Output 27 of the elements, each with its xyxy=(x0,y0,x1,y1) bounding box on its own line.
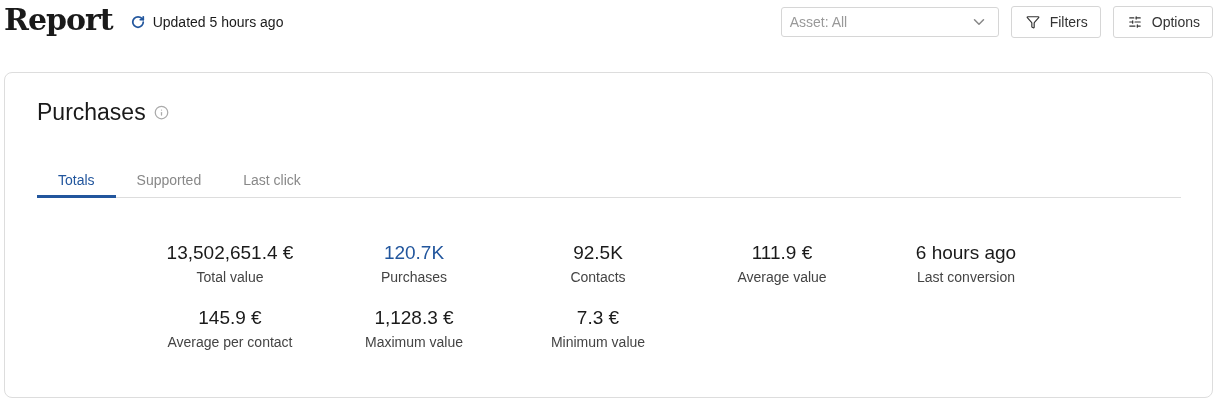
metric-value: 145.9 € xyxy=(198,307,262,329)
updated-text: Updated 5 hours ago xyxy=(152,14,284,30)
metric-value[interactable]: 120.7K xyxy=(383,242,445,264)
metric-value: 7.3 € xyxy=(576,307,620,329)
tab[interactable]: Last click xyxy=(222,166,322,198)
metric-value: 1,128.3 € xyxy=(374,307,454,329)
sliders-icon xyxy=(1127,15,1142,29)
card-title: Purchases xyxy=(37,99,146,126)
tab[interactable]: Totals xyxy=(37,166,116,198)
metric-label: Contacts xyxy=(570,269,626,285)
metric-label: Maximum value xyxy=(365,334,463,350)
tab[interactable]: Supported xyxy=(115,166,223,198)
metric-label: Last conversion xyxy=(916,269,1016,285)
metric-value: 6 hours ago xyxy=(915,242,1017,264)
refresh-icon[interactable] xyxy=(130,15,145,29)
metric-value: 92.5K xyxy=(573,242,623,264)
page-title: Report xyxy=(4,1,113,37)
metric-label: Purchases xyxy=(380,269,448,285)
metric-value: 111.9 € xyxy=(751,242,813,264)
filters-button[interactable]: Filters xyxy=(1010,6,1101,38)
metric-label: Average value xyxy=(737,269,827,285)
metric-label: Average per contact xyxy=(167,334,293,350)
metric-value: 13,502,651.4 € xyxy=(166,242,294,264)
options-button[interactable]: Options xyxy=(1112,6,1213,38)
filter-icon xyxy=(1025,15,1040,29)
metric-label: Minimum value xyxy=(550,334,646,350)
metric-label: Total value xyxy=(196,269,264,285)
